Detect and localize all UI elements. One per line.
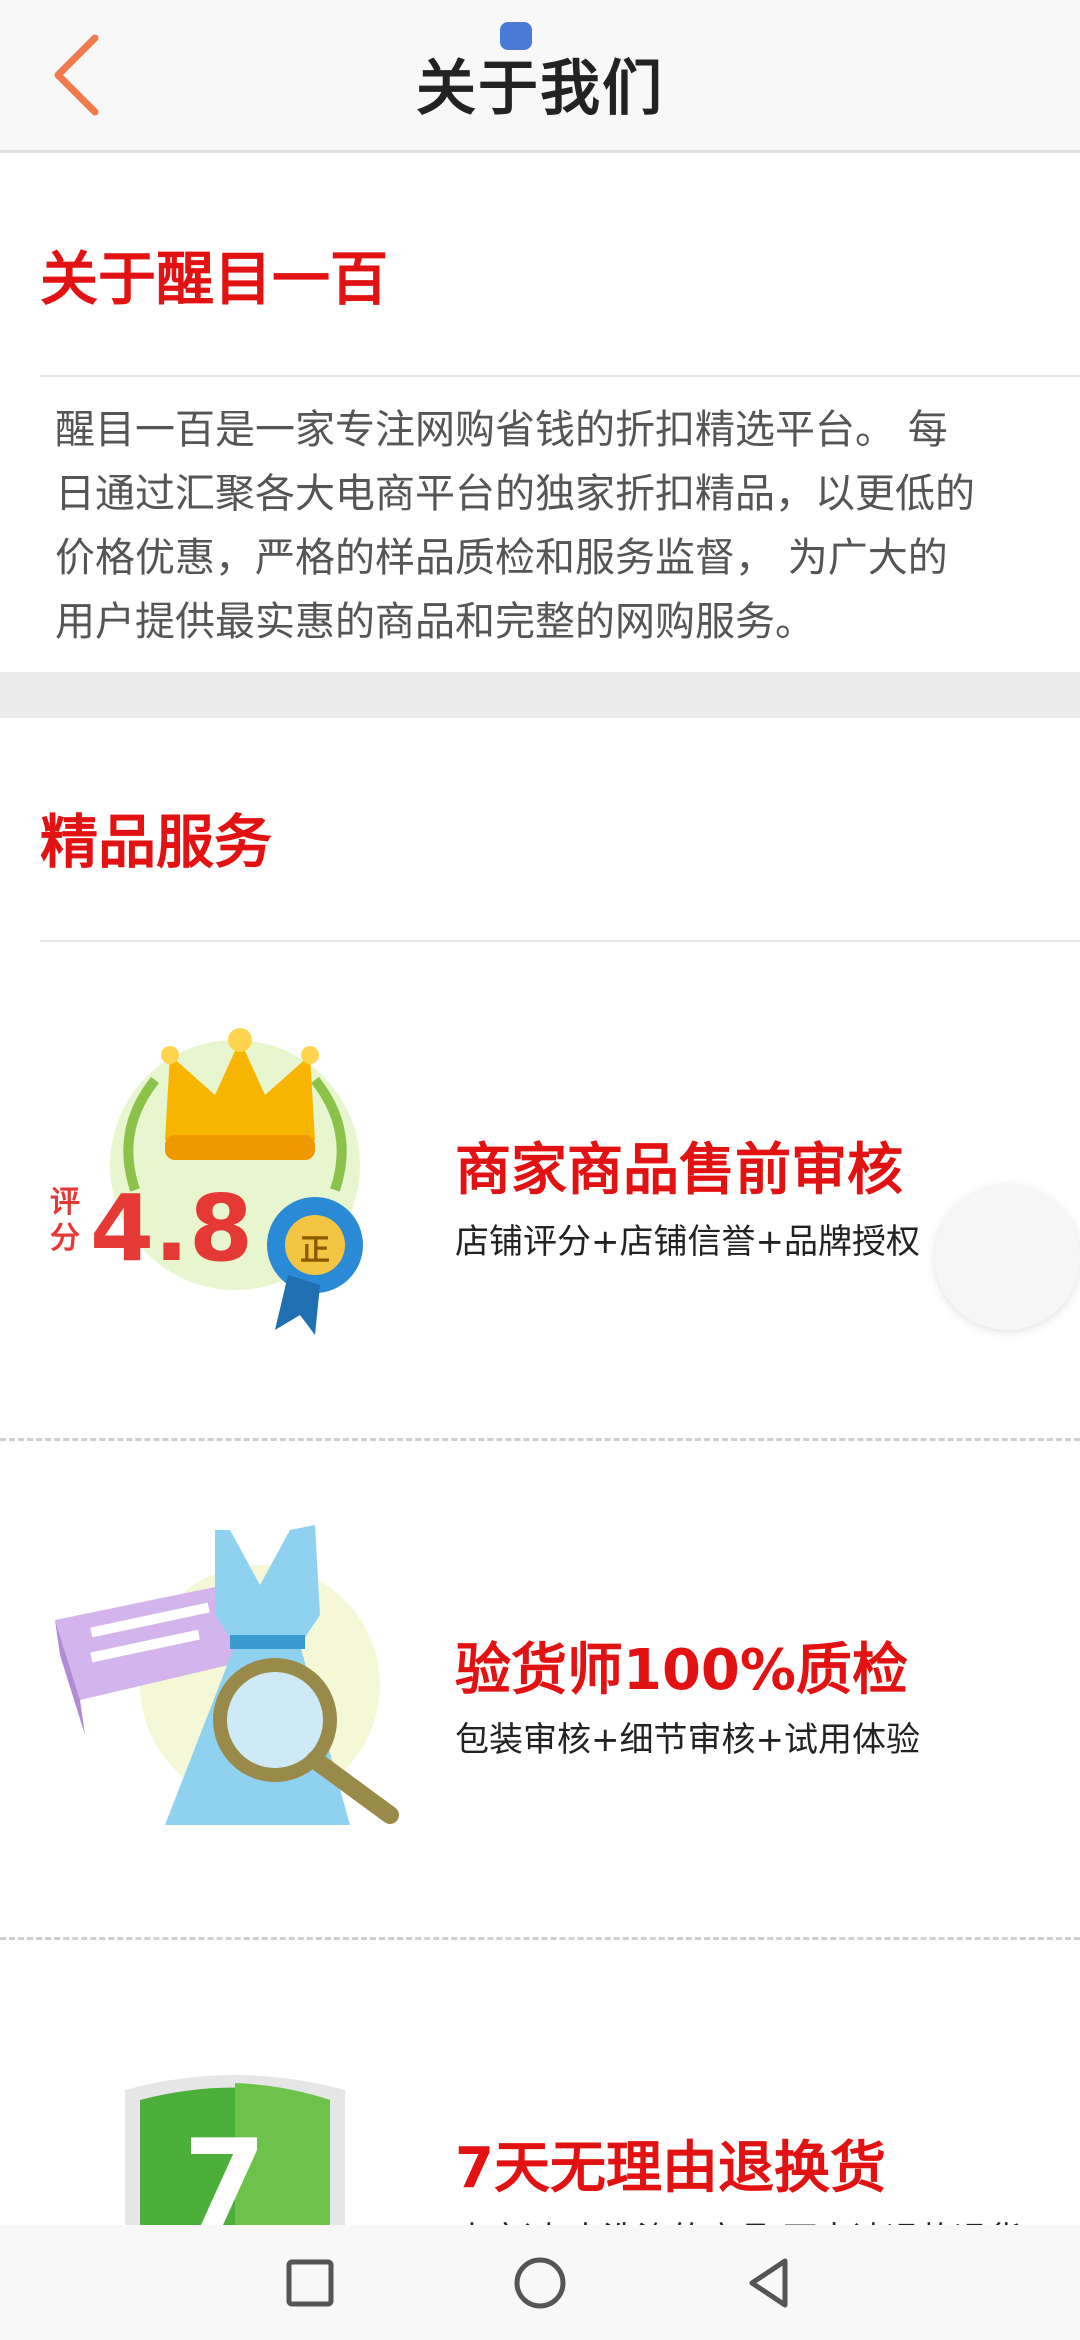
service-title: 7天无理由退换货 — [455, 2136, 886, 2201]
ribbon-text: 正 — [300, 1233, 330, 1268]
about-line: 日通过汇聚各大电商平台的独家折扣精品，以更低的 — [55, 471, 975, 517]
triangle-back-icon — [749, 2258, 788, 2308]
service-title: 验货师100%质检 — [455, 1638, 909, 1703]
shield-number: 7 — [183, 2115, 267, 2225]
about-line: 用户提供最实惠的商品和完整的网购服务。 — [55, 599, 815, 645]
service-desc: 店铺评分+店铺信誉+品牌授权 — [455, 1222, 920, 1262]
page-title: 关于我们 — [416, 54, 664, 124]
dress-magnifier-icon — [55, 1525, 399, 1825]
about-paragraph: 醒目一百是一家专注网购省钱的折扣精选平台。 每 日通过汇聚各大电商平台的独家折扣… — [55, 398, 1045, 654]
rating-crown-illustration: 评分 4.8 正 — [50, 1000, 390, 1340]
square-icon — [286, 2259, 334, 2307]
service-desc: 包装审核+细节审核+试用体验 — [455, 1720, 920, 1760]
section-separator — [0, 672, 1080, 718]
about-title: 关于醒目一百 — [40, 245, 389, 313]
floating-button[interactable] — [935, 1185, 1080, 1330]
about-line: 醒目一百是一家专注网购省钱的折扣精选平台。 每 — [55, 407, 948, 453]
divider — [40, 940, 1080, 942]
recents-button[interactable] — [280, 2253, 340, 2313]
service-title: 商家商品售前审核 — [455, 1138, 903, 1203]
top-app-bar: 关于我们 — [0, 0, 1080, 153]
crown-badge-icon — [110, 1028, 363, 1335]
inspection-illustration — [50, 1525, 410, 1855]
rating-label: 评分 — [50, 1185, 80, 1256]
about-line: 价格优惠，严格的样品质检和服务监督， 为广大的 — [55, 535, 948, 581]
home-button[interactable] — [510, 2253, 570, 2313]
divider — [40, 375, 1080, 377]
return-shield-illustration: 7 — [105, 2065, 365, 2225]
services-title: 精品服务 — [40, 808, 273, 876]
dashed-divider — [0, 1438, 1080, 1441]
system-nav-bar — [0, 2225, 1080, 2340]
dashed-divider — [0, 1937, 1080, 1940]
circle-icon — [514, 2257, 566, 2309]
back-nav-button[interactable] — [740, 2253, 800, 2313]
rating-value: 4.8 — [90, 1175, 253, 1282]
